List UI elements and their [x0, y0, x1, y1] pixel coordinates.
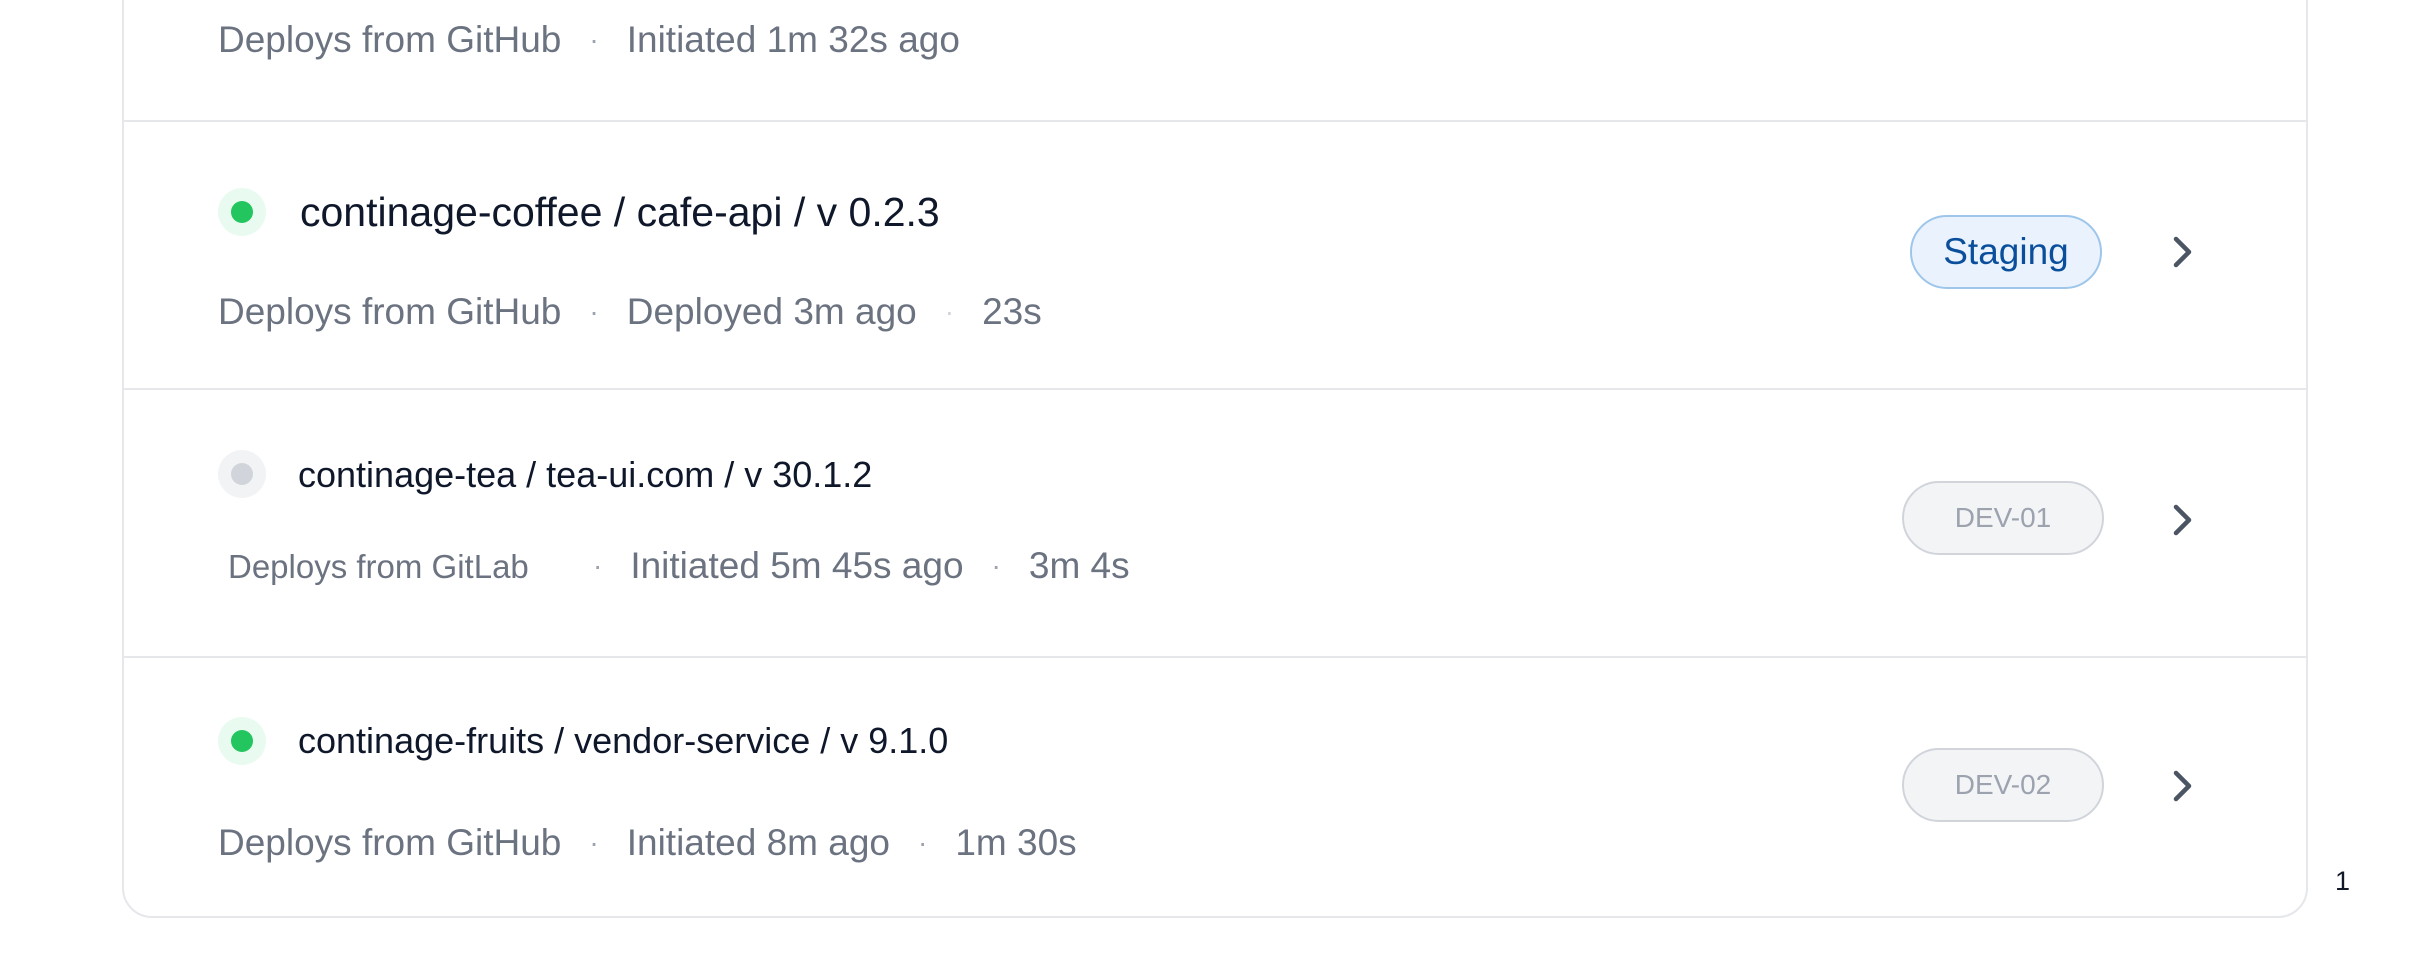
deploy-status-text: Initiated 1m 32s ago — [626, 19, 960, 60]
status-dot-icon — [218, 717, 266, 765]
meta-separator: · — [918, 827, 928, 858]
meta-separator: · — [589, 827, 599, 858]
deployment-row[interactable]: Deploys from GitHub · Initiated 1m 32s ago — [124, 0, 2306, 120]
deployment-meta: Deploys from GitHub · Initiated 1m 32s ago — [218, 18, 960, 62]
page-number: 1 — [2335, 866, 2351, 896]
deploy-status-text: Initiated 5m 45s ago — [630, 545, 964, 586]
meta-separator: · — [593, 550, 603, 581]
deployment-meta: Deploys from GitLab · Initiated 5m 45s ago… — [228, 544, 1130, 589]
chevron-right-icon[interactable] — [2162, 232, 2202, 272]
deployment-title: continage-tea / tea-ui.com / v 30.1.2 — [298, 454, 873, 495]
environment-badge: Staging — [1910, 215, 2102, 289]
environment-badge: DEV-01 — [1902, 481, 2104, 555]
deployment-meta: Deploys from GitHub · Deployed 3m ago · 23s — [218, 290, 1042, 334]
deployments-card: Deploys from GitHub · Initiated 1m 32s ago… — [122, 0, 2308, 918]
deploy-status-text: Initiated 8m ago — [626, 822, 891, 863]
deploy-duration: 23s — [982, 291, 1042, 332]
meta-separator: · — [589, 24, 599, 55]
environment-badge: DEV-02 — [1902, 748, 2104, 822]
chevron-right-icon[interactable] — [2162, 500, 2202, 540]
deployment-row[interactable]: continage-tea / tea-ui.com / v 30.1.2 De… — [124, 390, 2306, 657]
chevron-right-icon[interactable] — [2162, 766, 2202, 806]
deploy-source: Deploys from GitHub — [218, 291, 562, 332]
meta-separator: · — [944, 296, 955, 327]
deployment-row[interactable]: continage-fruits / vendor-service / v 9.… — [124, 658, 2306, 916]
status-dot-icon — [218, 450, 266, 498]
deployment-title: continage-coffee / cafe-api / v 0.2.3 — [300, 189, 940, 235]
deploy-source: Deploys from GitHub — [218, 19, 562, 60]
deployment-meta: Deploys from GitHub · Initiated 8m ago · 1m … — [218, 821, 1077, 865]
deployment-title: continage-fruits / vendor-service / v 9.… — [298, 720, 949, 761]
deployment-row[interactable]: continage-coffee / cafe-api / v 0.2.3 De… — [124, 122, 2306, 390]
deploy-duration: 1m 30s — [955, 822, 1077, 863]
status-dot-icon — [218, 188, 266, 236]
deploy-source: Deploys from GitHub — [218, 822, 562, 863]
meta-separator: · — [589, 296, 599, 327]
meta-separator: · — [991, 550, 1001, 581]
deploy-duration: 3m 4s — [1028, 545, 1130, 586]
deploy-source: Deploys from GitLab — [228, 548, 529, 585]
deploy-status-text: Deployed 3m ago — [626, 291, 917, 332]
